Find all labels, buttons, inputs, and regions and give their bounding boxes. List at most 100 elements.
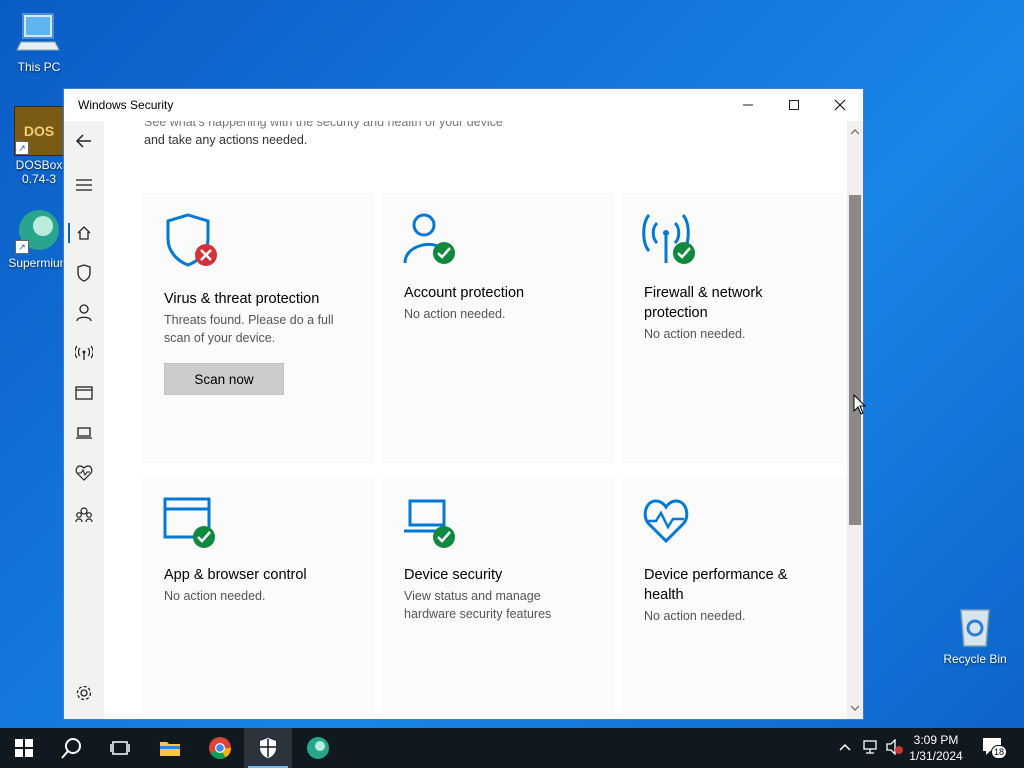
volume-tray-button[interactable] — [886, 738, 904, 760]
sidebar-item-device-performance[interactable] — [74, 463, 94, 483]
sidebar-item-home[interactable] — [74, 223, 94, 243]
sidebar-item-settings[interactable] — [74, 683, 94, 703]
gear-icon — [76, 685, 92, 701]
maximize-button[interactable] — [771, 89, 817, 121]
family-icon — [75, 507, 93, 523]
minimize-button[interactable] — [725, 89, 771, 121]
account-check-icon — [402, 211, 462, 272]
windows-security-window: Windows Security See what's happening wi… — [63, 88, 864, 720]
sidebar-item-account[interactable] — [74, 303, 94, 323]
tile-description: No action needed. — [164, 589, 266, 603]
desktop-icon-label: This PC — [17, 60, 61, 74]
tile-device-performance-health[interactable]: Device performance & health No action ne… — [622, 477, 847, 719]
tile-virus-threat-protection[interactable]: Virus & threat protection Threats found.… — [142, 193, 374, 463]
tile-app-browser-control[interactable]: App & browser control No action needed. — [142, 477, 374, 719]
shortcut-arrow-icon: ↗ — [15, 240, 29, 254]
hamburger-icon — [76, 179, 92, 191]
heart-pulse-icon — [75, 465, 93, 481]
virus-shield-icon — [162, 211, 222, 276]
maximize-icon — [789, 100, 799, 110]
notification-center-button[interactable]: 18 — [982, 737, 1008, 759]
intro-line-2: and take any actions needed. — [144, 133, 308, 147]
tile-description: No action needed. — [644, 327, 746, 341]
start-button[interactable] — [0, 728, 48, 768]
tile-device-security[interactable]: Device security View status and manage h… — [382, 477, 614, 719]
network-tray-button[interactable] — [862, 739, 880, 760]
taskbar: 3:09 PM 1/31/2024 18 — [0, 728, 1024, 768]
tile-title: Virus & threat protection — [164, 291, 320, 307]
shortcut-arrow-icon: ↗ — [15, 141, 29, 155]
person-icon — [76, 304, 92, 322]
tile-title: Firewall & network protection — [644, 285, 763, 321]
desktop-icon-this-pc[interactable]: This PC — [2, 10, 76, 74]
sidebar-item-app-browser[interactable] — [74, 383, 94, 403]
tile-title: Account protection — [404, 285, 525, 301]
tile-description: View status and manage hardware security… — [404, 589, 552, 621]
clock-date: 1/31/2024 — [909, 749, 963, 763]
heart-pulse-large-icon — [642, 495, 702, 556]
windows-security-taskbar-button[interactable] — [244, 728, 292, 768]
tile-firewall-network-protection[interactable]: Firewall & network protection No action … — [622, 193, 847, 463]
back-button[interactable] — [74, 131, 94, 151]
tile-title: Device performance & health — [644, 567, 788, 603]
dosbox-icon: DOS ↗ — [14, 106, 64, 156]
recycle-bin-icon — [951, 602, 999, 650]
tile-description: No action needed. — [404, 307, 506, 321]
chrome-icon — [209, 737, 231, 759]
mouse-cursor-icon — [853, 393, 867, 421]
folder-icon — [160, 742, 180, 756]
scroll-thumb[interactable] — [849, 195, 861, 525]
browser-window-icon — [75, 386, 93, 400]
main-content: See what's happening with the security a… — [104, 121, 847, 719]
sidebar-item-virus-protection[interactable] — [74, 263, 94, 283]
shield-icon — [260, 738, 276, 758]
chevron-up-icon — [839, 743, 851, 751]
tile-description: No action needed. — [644, 609, 746, 623]
shield-icon — [77, 264, 91, 282]
chrome-button[interactable] — [196, 728, 244, 768]
supermium-icon — [307, 737, 329, 759]
sidebar — [64, 121, 104, 719]
sidebar-item-family[interactable] — [74, 505, 94, 525]
sidebar-item-device-security[interactable] — [74, 423, 94, 443]
supermium-icon: ↗ — [15, 206, 63, 254]
tile-account-protection[interactable]: Account protection No action needed. — [382, 193, 614, 463]
intro-line-1: See what's happening with the security a… — [144, 121, 503, 129]
search-icon — [61, 738, 81, 759]
firewall-antenna-icon — [642, 211, 702, 272]
tile-title: Device security — [404, 567, 503, 583]
tile-description: Threats found. Please do a full scan of … — [164, 313, 334, 345]
antenna-icon — [75, 345, 93, 360]
windows-logo-icon — [15, 739, 33, 757]
close-button[interactable] — [817, 89, 863, 121]
show-hidden-icons-button[interactable] — [838, 740, 852, 759]
clock-time: 3:09 PM — [913, 733, 959, 747]
laptop-icon — [76, 427, 92, 439]
computer-icon — [15, 10, 63, 58]
intro-text: See what's happening with the security a… — [144, 121, 564, 149]
network-icon — [863, 740, 877, 754]
file-explorer-button[interactable] — [146, 728, 194, 768]
app-browser-icon — [162, 495, 222, 556]
tile-title: App & browser control — [164, 567, 307, 583]
title-bar[interactable]: Windows Security — [64, 89, 863, 121]
desktop-icon-label: Recycle Bin — [943, 652, 1007, 666]
menu-button[interactable] — [74, 175, 94, 195]
volume-muted-icon — [886, 738, 903, 756]
scroll-down-arrow-icon[interactable] — [850, 699, 860, 717]
desktop-icon-recycle-bin[interactable]: Recycle Bin — [938, 602, 1012, 666]
task-view-button[interactable] — [96, 728, 144, 768]
selected-indicator — [68, 223, 70, 243]
home-icon — [77, 226, 91, 240]
scan-now-button[interactable]: Scan now — [164, 363, 284, 395]
search-button[interactable] — [48, 728, 96, 768]
supermium-taskbar-button[interactable] — [294, 728, 342, 768]
back-arrow-icon — [75, 134, 91, 148]
device-laptop-icon — [402, 495, 462, 556]
scroll-up-arrow-icon[interactable] — [850, 123, 860, 141]
minimize-icon — [743, 104, 753, 106]
close-icon — [834, 99, 846, 111]
taskbar-clock[interactable]: 3:09 PM 1/31/2024 — [904, 732, 968, 764]
sidebar-item-firewall[interactable] — [74, 343, 94, 363]
task-view-icon — [110, 741, 130, 755]
